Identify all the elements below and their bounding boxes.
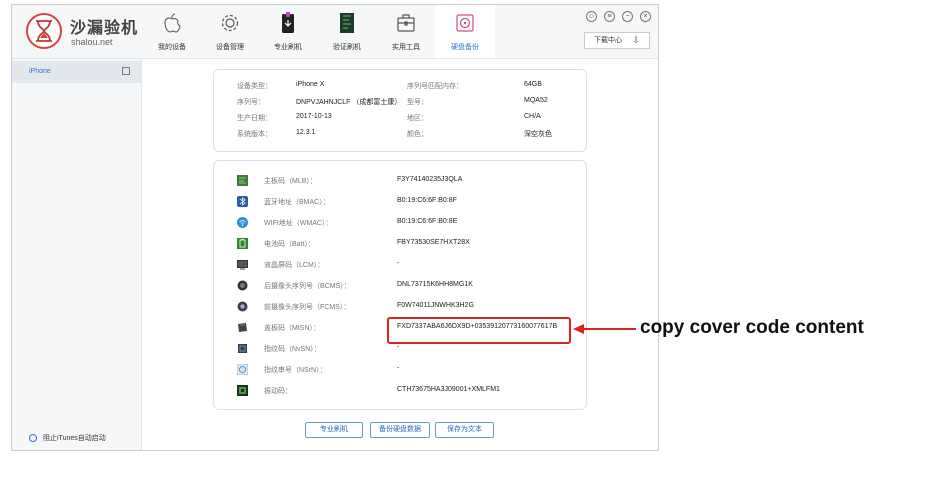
edit-icon[interactable] [122,67,130,75]
nav-verify-flash[interactable]: 验证刷机 [317,5,377,58]
part-value: B0:19:C6:6F:B0:8F [397,197,457,204]
nav-label: 我的设备 [158,44,186,51]
info-label: 序列号： [237,99,265,106]
cover-panel-icon [238,323,247,332]
part-label: 液晶屏码（LCM）： [264,262,325,269]
itunes-toggle-label: 阻止iTunes自动启动 [43,435,106,442]
info-value: iPhone X [296,81,325,88]
bluetooth-icon [237,196,248,207]
nav-label: 设备管理 [216,44,244,51]
nav-my-device[interactable]: 我的设备 [142,5,202,58]
app-brand-site: shalou.net [71,37,113,47]
download-center-button[interactable]: 下载中心 ⇩ [584,32,650,49]
backup-disk-data-button[interactable]: 备份硬盘数据 [370,422,430,438]
part-value: - [397,260,400,267]
minimize-icon[interactable]: − [622,11,633,22]
annotation-text: copy cover code content [640,317,864,338]
part-value: - [397,344,400,351]
cover-code-highlight-box [387,317,571,344]
device-sidebar: iPhone 阻止iTunes自动启动 [12,59,142,450]
mainboard-icon [237,175,248,186]
top-toolbar: 沙漏验机 shalou.net 我的设备 设备管理 专业刷机 验证刷机 实用工具… [12,5,658,59]
info-label: 型号： [407,99,428,106]
itunes-autostart-toggle[interactable]: 阻止iTunes自动启动 [29,434,106,444]
fingerprint-chip-icon [238,344,247,353]
part-label: 电池码（Batt）： [264,241,315,248]
nav-label: 实用工具 [392,44,420,51]
info-label: 设备类型： [237,83,272,90]
sidebar-item-iphone[interactable]: iPhone [12,61,141,83]
annotation-arrow-head [573,324,584,334]
nav-pro-flash[interactable]: 专业刷机 [258,5,318,58]
part-value: FBY73530SE7HXT28X [397,239,470,246]
info-label: 地区： [407,115,428,122]
circuit-board-icon [340,13,354,33]
part-value: DNL73715K6HH8MG1K [397,281,473,288]
save-as-text-button[interactable]: 保存为文本 [435,422,494,438]
part-value: - [397,365,400,372]
part-label: 主板码（MLB）： [264,178,317,185]
pro-flash-button[interactable]: 专业刷机 [305,422,363,438]
part-label: 指纹码（NvSN）： [264,346,321,353]
sidebar-item-label: iPhone [29,68,51,75]
info-value: 64GB [524,81,542,88]
hourglass-logo-icon [26,13,62,49]
info-label: 序列号匹配内存： [407,83,463,90]
part-value: F3Y74140235J3QLA [397,176,463,183]
lcd-screen-icon [237,260,248,270]
part-label: 振动码： [264,388,292,395]
annotation-arrow [583,328,636,330]
radio-icon[interactable] [29,434,37,443]
apple-icon [164,13,181,33]
nav-label: 硬盘备份 [451,44,479,51]
info-value: 12.3.1 [296,129,316,136]
download-center-label: 下载中心 [594,37,622,44]
front-camera-icon [237,301,248,312]
info-label: 生产日期： [237,115,272,122]
info-value: MQA52 [524,97,548,104]
info-label: 系统版本： [237,131,272,138]
part-label: 盖板码（MtSN）： [264,325,320,332]
disk-backup-icon [456,14,474,32]
battery-icon [237,238,248,249]
part-value: CTH73675HA3J09001+XMLFM1 [397,386,500,393]
info-value: 深空灰色 [524,131,552,138]
info-value: 2017-10-13 [296,113,332,120]
part-value: F0W74011JNWHK3H2G [397,302,474,309]
part-label: 指纹串号（NSrN）： [264,367,327,374]
part-label: 后摄像头序列号（BCMS）： [264,283,351,290]
vibration-motor-icon [237,385,248,396]
nav-disk-backup[interactable]: 硬盘备份 [435,5,495,58]
info-value: CH/A [524,113,541,120]
close-icon[interactable]: × [640,11,651,22]
nav-label: 专业刷机 [274,44,302,51]
nav-device-manage[interactable]: 设备管理 [200,5,260,58]
wifi-icon [237,217,248,228]
menu-icon[interactable]: ≡ [604,11,615,22]
skin-icon[interactable]: ☺ [586,11,597,22]
rear-camera-icon [237,280,248,291]
nav-tools[interactable]: 实用工具 [376,5,436,58]
info-label: 颜色： [407,131,428,138]
fingerprint-serial-icon [237,364,248,375]
nav-label: 验证刷机 [333,44,361,51]
part-label: 蓝牙地址（BMAC）： [264,199,330,206]
part-label: WIFI地址（WMAC）： [264,220,333,227]
toolbox-icon [397,14,415,32]
part-label: 前摄像头序列号（FCMS）： [264,304,351,311]
info-value: DNPVJAHNJCLF （成都富士康） [296,99,402,106]
download-icon: ⇩ [632,35,640,45]
gear-icon [221,14,239,32]
part-value: B0:19:C6:6F:B0:8E [397,218,458,225]
phone-flash-icon [282,12,294,33]
app-brand-name: 沙漏验机 [70,20,139,37]
